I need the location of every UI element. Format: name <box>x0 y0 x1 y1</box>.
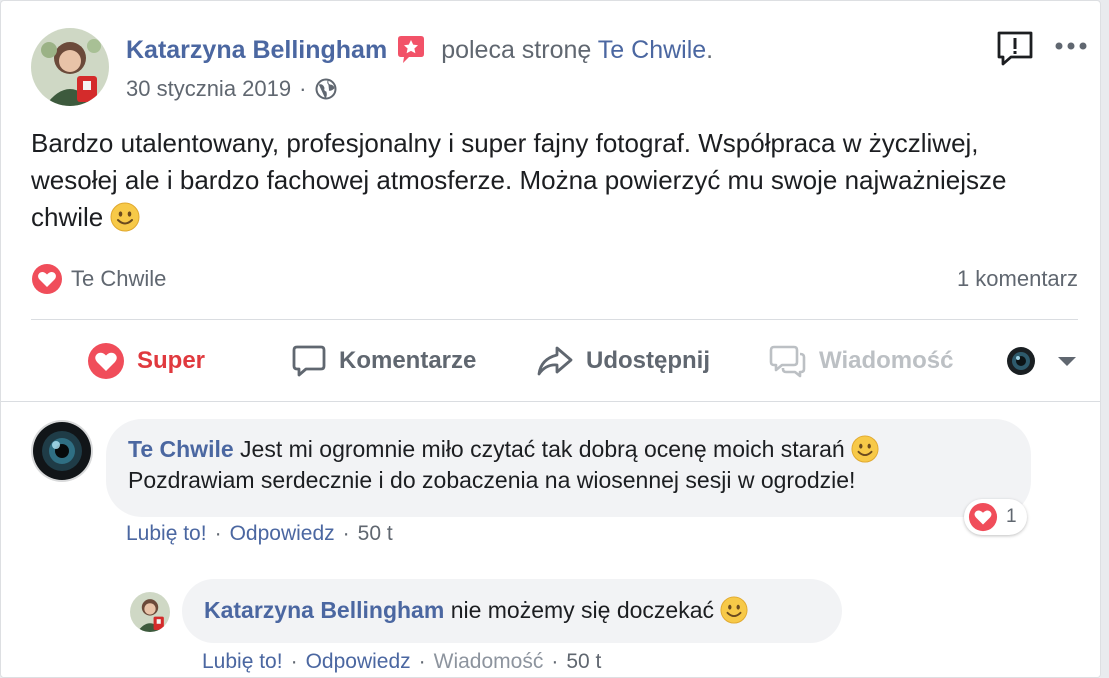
heart-icon <box>31 263 63 295</box>
smile-emoji-icon <box>720 596 748 624</box>
message-link[interactable]: Wiadomość <box>434 650 544 674</box>
recommendation-badge-icon <box>395 34 427 66</box>
page-avatar-icon <box>1007 347 1035 375</box>
comment-reaction-count[interactable]: 1 <box>964 499 1027 535</box>
comment-count[interactable]: 1 komentarz <box>957 266 1078 292</box>
heart-icon <box>968 502 998 532</box>
share-button[interactable]: Udostępnij <box>536 331 710 391</box>
reply-actions: Lubię to! · Odpowiedz · Wiadomość · 50 t <box>202 650 601 674</box>
page-selector-button[interactable] <box>1006 331 1090 391</box>
message-button[interactable]: Wiadomość <box>769 331 953 391</box>
smile-emoji-icon <box>851 435 879 463</box>
separator: · <box>214 522 222 545</box>
comment-button[interactable]: Komentarze <box>291 331 476 391</box>
like-link[interactable]: Lubię to! <box>202 650 283 674</box>
more-icon[interactable] <box>1053 39 1089 53</box>
post-body: Bardzo utalentowany, profesjonalny i sup… <box>31 125 1071 236</box>
messenger-icon <box>769 345 806 378</box>
header-period: . <box>706 35 714 64</box>
recommend-text: poleca stronę <box>441 35 592 64</box>
separator: · <box>290 650 298 673</box>
reaction-summary[interactable]: Te Chwile <box>31 263 166 295</box>
separator: · <box>551 650 559 673</box>
reply-bubble: Katarzyna Bellingham nie możemy się docz… <box>182 579 842 643</box>
report-icon[interactable] <box>995 29 1035 67</box>
reply-text: nie możemy się doczekać <box>450 597 715 623</box>
comment-time[interactable]: 50 t <box>358 522 393 546</box>
comment-actions: Lubię to! · Odpowiedz · 50 t <box>126 522 393 546</box>
comment-icon <box>292 345 326 377</box>
divider <box>31 319 1078 320</box>
share-label: Udostępnij <box>586 347 710 374</box>
super-button[interactable]: Super <box>87 331 205 391</box>
super-label: Super <box>137 347 206 374</box>
author-avatar[interactable] <box>31 28 109 106</box>
comment-label: Komentarze <box>339 347 477 374</box>
share-icon <box>537 346 573 376</box>
message-label: Wiadomość <box>819 347 954 374</box>
date-separator: · <box>299 76 307 101</box>
comment-author[interactable]: Te Chwile <box>128 436 234 462</box>
reply-author-avatar[interactable] <box>130 592 170 632</box>
comment-bubble: Te Chwile Jest mi ogromnie miło czytać t… <box>106 419 1031 517</box>
reaction-count-value: 1 <box>1006 506 1017 527</box>
post-date-row: 30 stycznia 2019 · <box>126 76 338 102</box>
author-name[interactable]: Katarzyna Bellingham <box>126 36 387 65</box>
separator: · <box>418 650 426 673</box>
reaction-name: Te Chwile <box>71 266 167 291</box>
heart-icon <box>88 343 124 379</box>
globe-icon[interactable] <box>314 77 338 101</box>
chevron-down-icon <box>1058 357 1076 366</box>
action-bar: Super Komentarze Udostępnij Wiadomość <box>1 331 1100 391</box>
comments-section: Te Chwile Jest mi ogromnie miło czytać t… <box>1 401 1100 677</box>
reply-link[interactable]: Odpowiedz <box>230 522 335 546</box>
post-date[interactable]: 30 stycznia 2019 <box>126 76 291 102</box>
separator: · <box>342 522 350 545</box>
post-body-text: Bardzo utalentowany, profesjonalny i sup… <box>31 128 1007 232</box>
reply-link[interactable]: Odpowiedz <box>306 650 411 674</box>
comment-time[interactable]: 50 t <box>566 650 601 674</box>
like-link[interactable]: Lubię to! <box>126 522 207 546</box>
smile-emoji-icon <box>110 202 140 232</box>
post-header: Katarzyna Bellingham poleca stronę Te Ch… <box>126 34 713 66</box>
reply-author[interactable]: Katarzyna Bellingham <box>204 597 444 623</box>
comment-text: Pozdrawiam serdecznie i do zobaczenia na… <box>128 467 856 493</box>
post-card: Katarzyna Bellingham poleca stronę Te Ch… <box>0 0 1101 678</box>
page-avatar[interactable] <box>31 420 93 482</box>
page-link[interactable]: Te Chwile <box>598 36 706 64</box>
comment-text: Jest mi ogromnie miło czytać tak dobrą o… <box>240 436 845 462</box>
